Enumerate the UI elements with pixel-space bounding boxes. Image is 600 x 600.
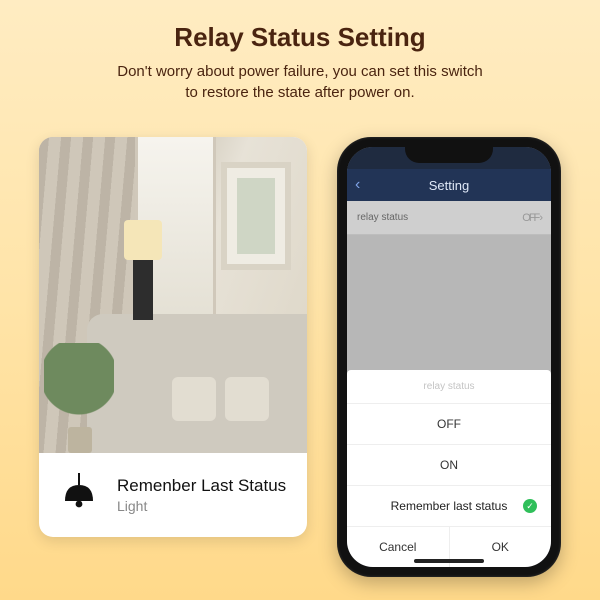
phone-mockup: ‹ Setting relay status OFF › relay statu… [337, 137, 561, 577]
action-sheet: relay status OFF ON Remember last status… [347, 370, 551, 567]
photo-floor-lamp [133, 256, 153, 320]
row-value: OFF [522, 212, 538, 224]
page-subtitle: Don't worry about power failure, you can… [40, 61, 560, 103]
content-row: Remenber Last Status Light ‹ Setting rel… [0, 113, 600, 577]
nav-bar: ‹ Setting [347, 169, 551, 201]
phone-screen: ‹ Setting relay status OFF › relay statu… [347, 147, 551, 567]
card-subtitle: Light [117, 498, 286, 514]
card-title: Remenber Last Status [117, 476, 286, 496]
sheet-option-on[interactable]: ON [347, 445, 551, 486]
card-text: Remenber Last Status Light [117, 476, 286, 514]
sheet-option-remember[interactable]: Remember last status ✓ [347, 486, 551, 527]
option-label: ON [440, 458, 458, 472]
chevron-right-icon: › [539, 212, 541, 224]
photo-cushion [225, 377, 269, 421]
row-label: relay status [357, 212, 408, 223]
room-photo [39, 137, 307, 453]
photo-cushion [172, 377, 216, 421]
row-value-group: OFF › [522, 212, 541, 224]
sheet-title: relay status [347, 370, 551, 404]
back-icon[interactable]: ‹ [355, 176, 360, 194]
page-title: Relay Status Setting [40, 22, 560, 53]
checkmark-icon: ✓ [523, 499, 537, 513]
photo-plant [44, 343, 114, 453]
photo-picture-frame [221, 162, 291, 269]
subtitle-line-1: Don't worry about power failure, you can… [117, 63, 483, 80]
relay-status-row[interactable]: relay status OFF › [347, 201, 551, 235]
page-header: Relay Status Setting Don't worry about p… [0, 0, 600, 113]
home-indicator[interactable] [414, 559, 484, 563]
option-label: Remember last status [391, 499, 508, 513]
sheet-option-off[interactable]: OFF [347, 404, 551, 445]
feature-card: Remenber Last Status Light [39, 137, 307, 537]
phone-notch [405, 143, 493, 163]
pendant-lamp-icon [55, 471, 103, 519]
settings-body [347, 235, 551, 385]
subtitle-line-2: to restore the state after power on. [185, 84, 414, 101]
card-footer: Remenber Last Status Light [39, 453, 307, 537]
option-label: OFF [437, 417, 461, 431]
nav-title: Setting [429, 178, 469, 193]
